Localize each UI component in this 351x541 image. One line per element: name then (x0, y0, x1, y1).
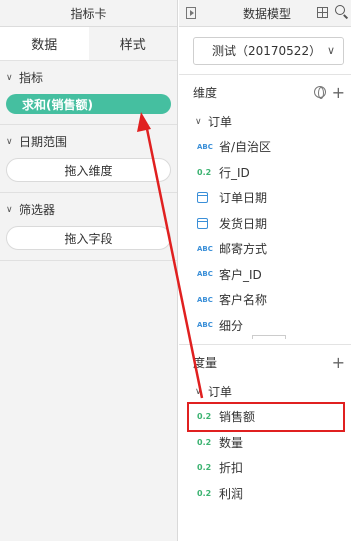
search-icon[interactable] (335, 5, 345, 15)
chevron-down-icon: ∨ (195, 116, 202, 127)
data-model-title: 数据模型 (243, 6, 292, 21)
field-label: 细分 (219, 318, 244, 333)
scroll-handle[interactable] (252, 335, 286, 339)
panel-title: 指标卡 (0, 0, 177, 27)
measure-field[interactable]: 0.2 利润 (179, 481, 351, 507)
dimension-field[interactable]: 0.2 行_ID (179, 160, 351, 186)
field-label: 邮寄方式 (219, 242, 268, 257)
field-label: 客户_ID (219, 267, 262, 282)
data-model-header: 数据模型 (179, 0, 351, 27)
chevron-down-icon[interactable]: ∨ (6, 73, 16, 83)
metrics-title: 指标 (19, 71, 44, 85)
filter-title: 筛选器 (19, 203, 56, 217)
dataset-value: 测试（20170522） (212, 44, 322, 58)
chevron-down-icon: ∨ (195, 386, 202, 397)
tab-data[interactable]: 数据 (0, 27, 89, 60)
filter-section: ∨ 筛选器 拖入字段 (0, 193, 177, 261)
measure-field[interactable]: 0.2 折扣 (179, 455, 351, 481)
add-measure-icon[interactable]: + (332, 353, 345, 372)
calendar-icon (197, 217, 208, 229)
data-model-panel: 数据模型 测试（20170522） ∨ 维度 + ∨ 订单 ABC 省/自治区 … (179, 0, 351, 541)
numeric-type-icon: 0.2 (197, 488, 212, 498)
tab-bar: 数据 样式 (0, 27, 177, 61)
chevron-down-icon: ∨ (326, 43, 335, 57)
add-dimension-icon[interactable]: + (332, 83, 345, 102)
grid-icon[interactable] (317, 7, 328, 18)
field-label: 折扣 (219, 461, 244, 476)
metric-pill[interactable]: 求和(销售额) (6, 94, 171, 114)
field-label: 行_ID (219, 165, 250, 180)
field-label: 订单日期 (219, 191, 268, 206)
field-label: 省/自治区 (219, 140, 272, 155)
measure-header: 度量 + (179, 345, 351, 379)
field-label: 发货日期 (219, 216, 268, 231)
measure-section: 度量 + ∨ 订单 0.2 销售额 0.2 数量 0.2 折扣 0.2 利润 (179, 344, 351, 506)
dimension-field[interactable]: ABC 客户_ID (179, 262, 351, 288)
dimension-field[interactable]: 发货日期 (179, 211, 351, 237)
dimension-field[interactable]: ABC 邮寄方式 (179, 236, 351, 262)
measure-field[interactable]: 0.2 数量 (179, 430, 351, 456)
dimension-field[interactable]: ABC 客户名称 (179, 287, 351, 313)
chevron-down-icon[interactable]: ∨ (6, 137, 16, 147)
drop-dimension-zone[interactable]: 拖入维度 (6, 158, 171, 182)
dimension-header: 维度 + (179, 75, 351, 109)
tab-style[interactable]: 样式 (89, 27, 178, 60)
collapse-panel-icon[interactable] (186, 7, 196, 19)
numeric-type-icon: 0.2 (197, 167, 212, 177)
numeric-type-icon: 0.2 (197, 463, 212, 473)
measure-group-label: 订单 (208, 385, 233, 399)
numeric-type-icon: 0.2 (197, 437, 212, 447)
dimension-label: 维度 (193, 85, 218, 100)
measure-label: 度量 (193, 355, 218, 370)
field-label: 销售额 (219, 410, 256, 425)
dimension-group-label: 订单 (208, 115, 233, 129)
indicator-card-panel: 指标卡 数据 样式 ∨ 指标 求和(销售额) ∨ 日期范围 拖入维度 ∨ 筛选器… (0, 0, 178, 541)
abc-type-icon: ABC (197, 321, 213, 330)
drop-field-zone[interactable]: 拖入字段 (6, 226, 171, 250)
field-label: 客户名称 (219, 293, 268, 308)
numeric-type-icon: 0.2 (197, 412, 212, 422)
calendar-icon (197, 192, 208, 204)
dimension-group[interactable]: ∨ 订单 (179, 109, 351, 134)
date-range-section: ∨ 日期范围 拖入维度 (0, 125, 177, 193)
metrics-section: ∨ 指标 求和(销售额) (0, 61, 177, 125)
field-label: 利润 (219, 486, 244, 501)
measure-group[interactable]: ∨ 订单 (179, 379, 351, 404)
date-range-title: 日期范围 (19, 135, 68, 149)
dimension-field[interactable]: ABC 省/自治区 (179, 134, 351, 160)
abc-type-icon: ABC (197, 244, 213, 253)
abc-type-icon: ABC (197, 270, 213, 279)
dataset-select[interactable]: 测试（20170522） ∨ (193, 36, 344, 65)
measure-field-highlighted[interactable]: 0.2 销售额 (187, 402, 345, 432)
abc-type-icon: ABC (197, 142, 213, 151)
abc-type-icon: ABC (197, 295, 213, 304)
chevron-down-icon[interactable]: ∨ (6, 205, 16, 215)
globe-icon[interactable] (314, 86, 326, 99)
field-label: 数量 (219, 435, 244, 450)
dimension-field[interactable]: 订单日期 (179, 185, 351, 211)
